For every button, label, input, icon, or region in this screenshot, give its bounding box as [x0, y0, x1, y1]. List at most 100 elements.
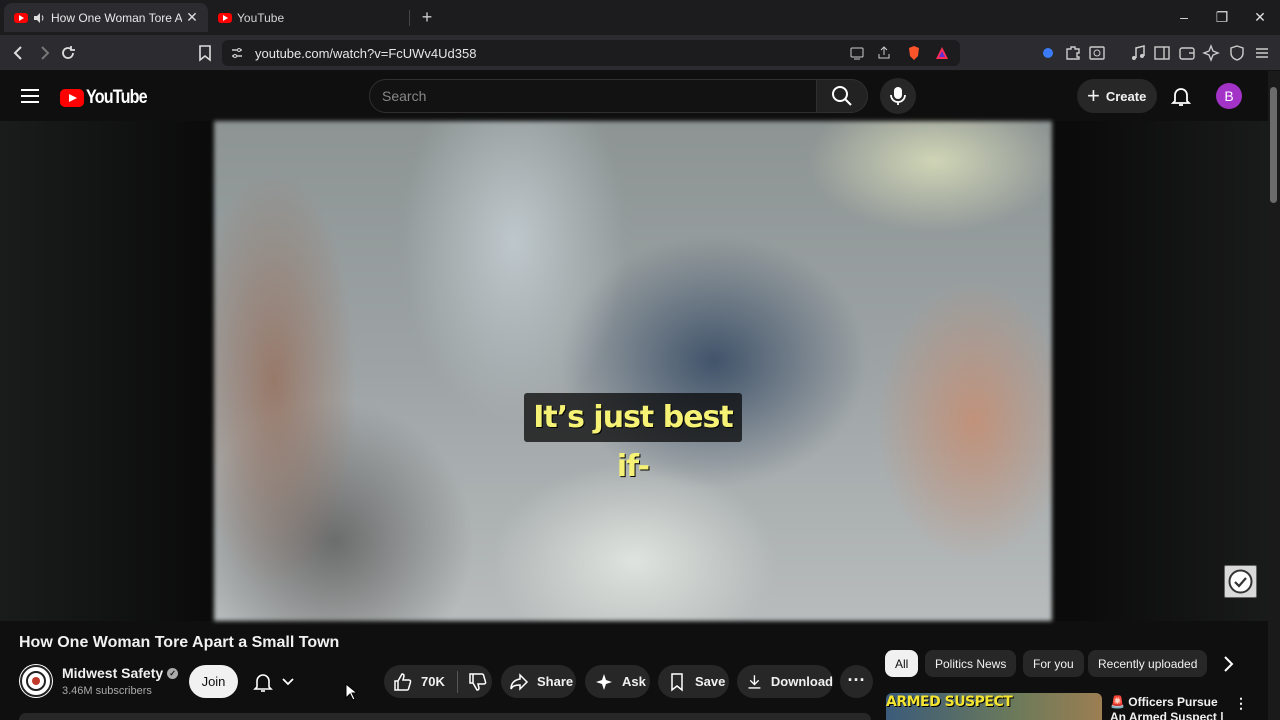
- sparkle-icon: [596, 673, 612, 690]
- thumbnail-text-armed: ARMED: [886, 694, 941, 710]
- account-avatar[interactable]: B: [1216, 83, 1242, 109]
- notifications-bell-icon[interactable]: [1169, 84, 1193, 108]
- video-title: How One Woman Tore Apart a Small Town: [19, 634, 340, 651]
- like-divider: [456, 670, 458, 693]
- search-button[interactable]: [816, 79, 868, 113]
- share-label: Share: [537, 674, 574, 689]
- thumbs-down-icon[interactable]: [468, 672, 488, 692]
- chip-recently-uploaded[interactable]: Recently uploaded: [1088, 650, 1208, 677]
- like-dislike-group: 70K: [384, 665, 492, 698]
- share-icon: [510, 672, 529, 691]
- logo-text: YouTube: [86, 87, 148, 108]
- youtube-logo[interactable]: YouTube: [60, 87, 157, 109]
- channel-watermark-icon[interactable]: [1224, 565, 1257, 598]
- badge-icon: [1228, 569, 1253, 594]
- channel-logo-icon: [20, 665, 52, 697]
- tab-title: How One Woman Tore Apart a Small Town: [51, 10, 182, 25]
- search-bar: [369, 79, 817, 113]
- menu-icon[interactable]: [1252, 43, 1272, 63]
- chip-for-you[interactable]: For you: [1023, 650, 1084, 677]
- bookmark-icon[interactable]: [195, 43, 215, 63]
- chip-all[interactable]: All: [885, 650, 919, 677]
- sidebar-icon[interactable]: [1152, 43, 1172, 63]
- leo-ai-icon[interactable]: [1201, 43, 1221, 63]
- create-button[interactable]: + Create: [1077, 79, 1157, 113]
- siren-icon: 🚨: [1110, 695, 1125, 709]
- hamburger-menu-icon[interactable]: [20, 88, 40, 104]
- maximize-icon[interactable]: ❐: [1208, 6, 1236, 28]
- media-icon[interactable]: [1128, 43, 1148, 63]
- channel-name[interactable]: Midwest Safety ✓: [62, 665, 179, 681]
- back-icon[interactable]: [9, 43, 29, 63]
- tab-title: YouTube: [237, 10, 285, 25]
- chip-politics-news[interactable]: Politics News: [925, 650, 1017, 677]
- tab-youtube[interactable]: YouTube: [210, 3, 410, 32]
- download-icon: [748, 674, 761, 689]
- browser-toolbar: youtube.com/watch?v=FcUWv4Ud358: [0, 35, 1280, 71]
- like-count: 70K: [421, 674, 445, 689]
- create-label: Create: [1105, 88, 1147, 104]
- plus-icon: +: [1087, 83, 1100, 108]
- description-panel[interactable]: [19, 713, 871, 720]
- vpn-shield-icon[interactable]: [1227, 43, 1247, 63]
- brave-shields-icon[interactable]: [906, 45, 922, 61]
- thumbs-up-icon: [394, 672, 412, 691]
- join-button[interactable]: Join: [189, 665, 238, 698]
- save-label: Save: [695, 674, 726, 689]
- youtube-play-icon: [60, 89, 84, 107]
- channel-avatar[interactable]: [19, 664, 53, 698]
- forward-icon[interactable]: [34, 43, 54, 63]
- reload-icon[interactable]: [58, 43, 78, 63]
- tab-close-icon[interactable]: ✕: [182, 9, 202, 26]
- youtube-favicon-icon: [218, 12, 232, 23]
- share-button[interactable]: Share: [501, 665, 576, 698]
- recommendation-title[interactable]: 🚨 Officers Pursue An Armed Suspect | Cop…: [1110, 695, 1228, 720]
- microphone-icon: [890, 87, 906, 105]
- verified-badge-icon: ✓: [167, 667, 179, 679]
- thumbnail-text: ARMED SUSPECT: [886, 694, 1013, 710]
- tab-active-video[interactable]: How One Woman Tore Apart a Small Town ✕: [4, 3, 208, 32]
- speaker-icon[interactable]: [33, 12, 47, 24]
- address-bar[interactable]: youtube.com/watch?v=FcUWv4Ud358: [222, 40, 960, 66]
- ask-button[interactable]: Ask: [585, 665, 650, 698]
- download-label: Download: [770, 674, 833, 689]
- search-input[interactable]: [382, 80, 802, 112]
- vpn-icon[interactable]: [1038, 43, 1058, 63]
- scrollbar-thumb[interactable]: [1270, 87, 1277, 203]
- brave-rewards-icon[interactable]: [934, 45, 950, 61]
- subscriber-count: 3.46M subscribers: [62, 685, 152, 697]
- more-actions-icon[interactable]: ···: [840, 665, 873, 698]
- wallet-icon[interactable]: [1177, 43, 1197, 63]
- search-icon: [832, 86, 852, 106]
- url-text: youtube.com/watch?v=FcUWv4Ud358: [255, 46, 477, 61]
- mouse-cursor-icon: [345, 683, 357, 701]
- minimize-icon[interactable]: –: [1170, 6, 1198, 28]
- page-scrollbar[interactable]: [1268, 71, 1280, 720]
- download-button[interactable]: Download: [737, 665, 833, 698]
- video-caption: It’s just best if-: [524, 393, 742, 484]
- voice-search-button[interactable]: [880, 78, 916, 114]
- recommendation-title-text: Officers Pursue An Armed Suspect | Cop..…: [1110, 695, 1224, 720]
- tab-divider: [409, 10, 410, 26]
- like-button[interactable]: 70K: [384, 672, 445, 692]
- site-settings-icon[interactable]: [229, 45, 245, 61]
- save-button[interactable]: Save: [658, 665, 729, 698]
- youtube-favicon-icon: [14, 12, 28, 23]
- ask-label: Ask: [622, 674, 646, 689]
- cast-icon[interactable]: [849, 45, 865, 61]
- recommendation-more-icon[interactable]: ⋮: [1234, 695, 1248, 713]
- window-close-icon[interactable]: ✕: [1246, 6, 1274, 28]
- new-tab-icon[interactable]: +: [418, 8, 436, 26]
- browser-tab-strip: How One Woman Tore Apart a Small Town ✕ …: [0, 0, 1280, 35]
- chevron-right-icon[interactable]: [1216, 652, 1240, 676]
- channel-name-text: Midwest Safety: [62, 665, 164, 681]
- screenshot-icon[interactable]: [1087, 43, 1107, 63]
- thumbnail-text-suspect: SUSPECT: [944, 694, 1013, 710]
- subscription-notification-button[interactable]: [244, 665, 306, 698]
- share-page-icon[interactable]: [876, 45, 892, 61]
- extensions-icon[interactable]: [1063, 43, 1083, 63]
- recommendation-thumbnail[interactable]: ARMED SUSPECT: [886, 693, 1102, 720]
- bell-dropdown-icon: [253, 674, 294, 692]
- video-player[interactable]: [214, 121, 1052, 621]
- youtube-header: YouTube + Create B: [0, 71, 1280, 121]
